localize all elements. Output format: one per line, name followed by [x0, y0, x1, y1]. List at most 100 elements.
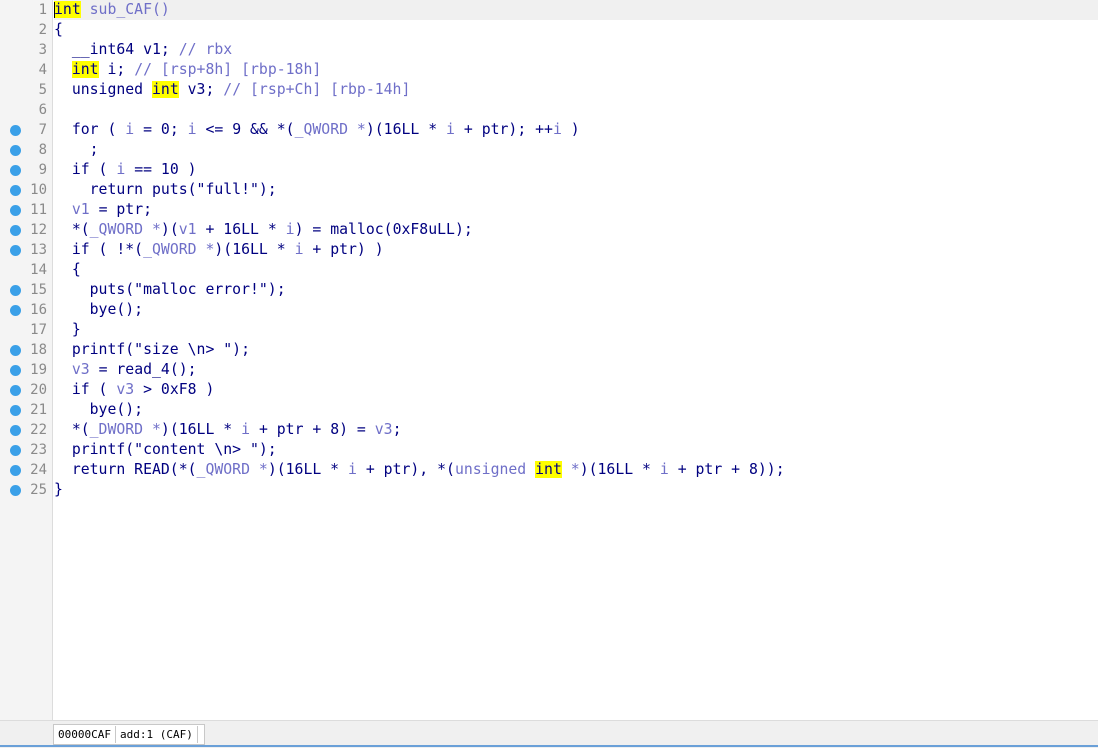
gutter-row[interactable]: 25: [0, 480, 52, 500]
breakpoint-dot-icon[interactable]: [10, 385, 21, 396]
code-token: v1: [178, 221, 197, 238]
line-number: 2: [38, 22, 47, 38]
breakpoint-dot-icon[interactable]: [10, 445, 21, 456]
line-number: 7: [38, 122, 47, 138]
gutter-row[interactable]: 1: [0, 0, 52, 20]
code-text: }: [54, 480, 63, 500]
code-line[interactable]: if ( i == 10 ): [54, 160, 1098, 180]
breakpoint-dot-icon[interactable]: [10, 185, 21, 196]
line-number: 20: [30, 382, 47, 398]
code-line[interactable]: for ( i = 0; i <= 9 && *(_QWORD *)(16LL …: [54, 120, 1098, 140]
code-token: if (: [54, 161, 117, 178]
code-line[interactable]: bye();: [54, 400, 1098, 420]
breakpoint-dot-icon[interactable]: [10, 365, 21, 376]
line-number: 13: [30, 242, 47, 258]
breakpoint-dot-icon[interactable]: [10, 405, 21, 416]
code-token: _QWORD *: [89, 221, 161, 238]
gutter-row[interactable]: 4: [0, 60, 52, 80]
code-line[interactable]: __int64 v1; // rbx: [54, 40, 1098, 60]
gutter-row[interactable]: 24: [0, 460, 52, 480]
code-token: // [rsp+Ch] [rbp-14h]: [223, 81, 411, 98]
code-token: *(: [54, 221, 90, 238]
breakpoint-dot-icon[interactable]: [10, 425, 21, 436]
code-line[interactable]: [54, 100, 1098, 120]
code-line[interactable]: ;: [54, 140, 1098, 160]
gutter-row[interactable]: 22: [0, 420, 52, 440]
pseudocode-view[interactable]: 1 2 3 4 5 6 7 8 9 10 11 12 13 14 15 16 17 18 19 20 21 22 23 24 2…: [0, 0, 1098, 720]
gutter-row[interactable]: 3: [0, 40, 52, 60]
gutter-row[interactable]: 10: [0, 180, 52, 200]
code-line[interactable]: int sub_CAF(): [54, 0, 1098, 20]
code-line[interactable]: {: [54, 20, 1098, 40]
breakpoint-dot-icon[interactable]: [10, 345, 21, 356]
gutter-row[interactable]: 20: [0, 380, 52, 400]
breakpoint-dot-icon[interactable]: [10, 205, 21, 216]
line-number: 18: [30, 342, 47, 358]
code-token: bye();: [54, 401, 144, 418]
code-text: if ( !*(_QWORD *)(16LL * i + ptr) ): [54, 240, 384, 260]
code-line[interactable]: int i; // [rsp+8h] [rbp-18h]: [54, 60, 1098, 80]
code-line[interactable]: *(_QWORD *)(v1 + 16LL * i) = malloc(0xF8…: [54, 220, 1098, 240]
code-line[interactable]: *(_DWORD *)(16LL * i + ptr + 8) = v3;: [54, 420, 1098, 440]
breakpoint-dot-icon[interactable]: [10, 465, 21, 476]
line-number: 24: [30, 462, 47, 478]
code-line[interactable]: return READ(*(_QWORD *)(16LL * i + ptr),…: [54, 460, 1098, 480]
gutter-row[interactable]: 5: [0, 80, 52, 100]
gutter-row[interactable]: 15: [0, 280, 52, 300]
breakpoint-dot-icon[interactable]: [10, 285, 21, 296]
gutter-row[interactable]: 6: [0, 100, 52, 120]
line-number: 12: [30, 222, 47, 238]
gutter-row[interactable]: 23: [0, 440, 52, 460]
breakpoint-dot-icon[interactable]: [10, 225, 21, 236]
gutter-row[interactable]: 21: [0, 400, 52, 420]
code-line[interactable]: }: [54, 320, 1098, 340]
breakpoint-dot-icon[interactable]: [10, 125, 21, 136]
gutter-row[interactable]: 2: [0, 20, 52, 40]
code-text: printf("content \n> ");: [54, 440, 277, 460]
code-token: i: [125, 121, 135, 138]
code-area[interactable]: int sub_CAF(){ __int64 v1; // rbx int i;…: [54, 0, 1098, 720]
line-number: 14: [30, 262, 47, 278]
gutter-row[interactable]: 18: [0, 340, 52, 360]
code-line[interactable]: printf("size \n> ");: [54, 340, 1098, 360]
line-number-gutter[interactable]: 1 2 3 4 5 6 7 8 9 10 11 12 13 14 15 16 17 18 19 20 21 22 23 24 2…: [0, 0, 53, 720]
breakpoint-dot-icon[interactable]: [10, 485, 21, 496]
gutter-row[interactable]: 11: [0, 200, 52, 220]
code-line[interactable]: return puts("full!");: [54, 180, 1098, 200]
code-line[interactable]: printf("content \n> ");: [54, 440, 1098, 460]
breakpoint-dot-icon[interactable]: [10, 245, 21, 256]
code-line[interactable]: if ( !*(_QWORD *)(16LL * i + ptr) ): [54, 240, 1098, 260]
code-text: v3 = read_4();: [54, 360, 197, 380]
gutter-row[interactable]: 17: [0, 320, 52, 340]
line-number: 6: [38, 102, 47, 118]
line-number: 15: [30, 282, 47, 298]
code-line[interactable]: {: [54, 260, 1098, 280]
breakpoint-dot-icon[interactable]: [10, 305, 21, 316]
breakpoint-dot-icon[interactable]: [10, 145, 21, 156]
code-token: > 0xF8 ): [134, 381, 215, 398]
code-line[interactable]: unsigned int v3; // [rsp+Ch] [rbp-14h]: [54, 80, 1098, 100]
code-text: unsigned int v3; // [rsp+Ch] [rbp-14h]: [54, 80, 410, 100]
code-line[interactable]: }: [54, 480, 1098, 500]
code-token: v3: [116, 381, 135, 398]
line-number: 19: [30, 362, 47, 378]
code-token: for (: [54, 121, 126, 138]
code-line[interactable]: v3 = read_4();: [54, 360, 1098, 380]
gutter-row[interactable]: 12: [0, 220, 52, 240]
code-line[interactable]: puts("malloc error!");: [54, 280, 1098, 300]
gutter-row[interactable]: 16: [0, 300, 52, 320]
gutter-row[interactable]: 13: [0, 240, 52, 260]
gutter-row[interactable]: 14: [0, 260, 52, 280]
gutter-row[interactable]: 19: [0, 360, 52, 380]
gutter-row[interactable]: 7: [0, 120, 52, 140]
breakpoint-dot-icon[interactable]: [10, 165, 21, 176]
code-line[interactable]: v1 = ptr;: [54, 200, 1098, 220]
gutter-row[interactable]: 9: [0, 160, 52, 180]
code-line[interactable]: bye();: [54, 300, 1098, 320]
code-token: // [rsp+8h] [rbp-18h]: [134, 61, 322, 78]
code-token: + ptr) ): [303, 241, 384, 258]
code-line[interactable]: if ( v3 > 0xF8 ): [54, 380, 1098, 400]
gutter-row[interactable]: 8: [0, 140, 52, 160]
